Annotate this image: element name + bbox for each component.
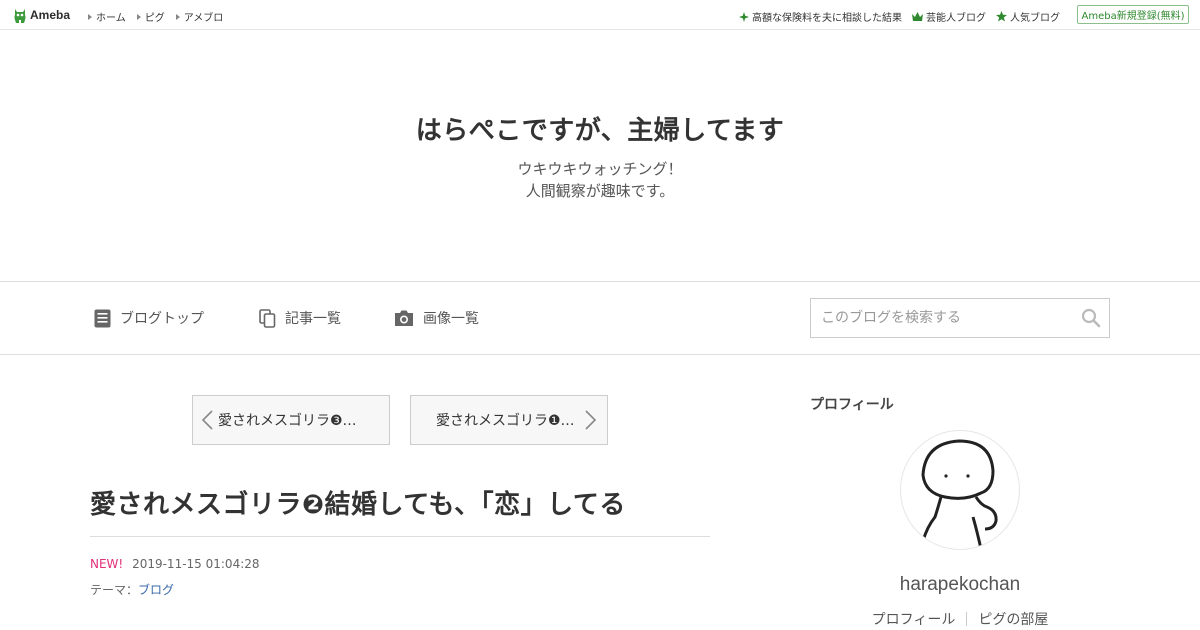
search-icon[interactable] [1081, 308, 1101, 328]
next-article-label: 愛されメスゴリラ❶… [436, 413, 575, 429]
nav-image-list[interactable]: 画像一覧 [394, 308, 479, 328]
global-nav-label: ピグ [144, 13, 165, 24]
search-input[interactable] [811, 299, 1071, 337]
profile-link[interactable]: プロフィール [872, 609, 956, 629]
nav-label: 画像一覧 [423, 311, 479, 327]
blog-nav: ブログトップ 記事一覧 画像一覧 [0, 281, 1200, 355]
register-button[interactable]: Ameba新規登録(無料) [1077, 5, 1189, 24]
avatar[interactable] [900, 430, 1020, 550]
global-nav-label: ホーム [96, 13, 126, 24]
nav-article-list[interactable]: 記事一覧 [259, 308, 341, 328]
camera-icon [395, 310, 413, 326]
sidebar-heading: プロフィール [810, 397, 894, 413]
star-icon [996, 11, 1007, 22]
triangle-right-icon [88, 13, 92, 20]
nav-label: ブログトップ [120, 311, 204, 327]
profile-links: プロフィール ピグの部屋 [810, 609, 1110, 629]
nav-blog-top[interactable]: ブログトップ [94, 308, 204, 328]
featured-link-label: 高額な保険料を夫に相談した結果 [752, 13, 902, 24]
article-theme: テーマ：ブログ [90, 581, 174, 598]
divider [966, 612, 968, 626]
global-nav-label: アメブロ [183, 13, 224, 24]
next-article-button[interactable]: 愛されメスゴリラ❶… [410, 395, 608, 445]
logo-text: Ameba [30, 8, 71, 22]
blog-title[interactable]: はらぺこですが、主婦してます [0, 110, 1200, 147]
sparkle-icon [739, 11, 749, 22]
triangle-right-icon [175, 13, 180, 20]
article-meta: NEW! 2019-11-15 01:04:28 [90, 557, 260, 571]
featured-links: 高額な保険料を夫に相談した結果 芸能人ブログ 人気ブログ [739, 9, 1060, 24]
prev-article-label: 愛されメスゴリラ❸… [218, 413, 357, 429]
copy-icon [259, 308, 276, 328]
chevron-right-icon [585, 410, 597, 430]
new-badge: NEW! [90, 557, 124, 571]
global-nav-ameblo[interactable]: アメブロ [175, 9, 224, 24]
global-header: Ameba ホーム ピグ アメブロ 高額な保険料を夫に相談した結果 芸能人ブログ [0, 0, 1200, 30]
blog-description-line: 人間観察が趣味です。 [525, 182, 675, 200]
ameba-mascot-icon [14, 8, 26, 23]
crown-icon [912, 12, 923, 21]
ameba-logo[interactable]: Ameba [13, 6, 70, 24]
profile-username[interactable]: harapekochan [810, 574, 1110, 596]
blog-description: ウキウキウォッチング！ 人間観察が趣味です。 [0, 158, 1200, 202]
featured-link-celebrity[interactable]: 芸能人ブログ [912, 9, 986, 24]
nav-label: 記事一覧 [285, 311, 341, 327]
featured-link-label: 人気ブログ [1010, 13, 1060, 24]
article-datetime: 2019-11-15 01:04:28 [132, 557, 260, 571]
triangle-right-icon [136, 13, 141, 20]
blog-search [810, 298, 1110, 338]
document-icon [94, 309, 111, 327]
global-nav-pigg[interactable]: ピグ [136, 9, 165, 24]
featured-link-popular[interactable]: 人気ブログ [996, 9, 1060, 24]
global-nav: ホーム ピグ アメブロ [88, 9, 223, 24]
global-nav-home[interactable]: ホーム [88, 9, 126, 24]
pigg-room-link[interactable]: ピグの部屋 [978, 609, 1048, 629]
theme-prefix: テーマ： [90, 583, 139, 597]
prev-article-button[interactable]: 愛されメスゴリラ❸… [192, 395, 390, 445]
article-title[interactable]: 愛されメスゴリラ❷結婚しても、「恋」してる [90, 484, 626, 521]
divider [90, 536, 710, 537]
avatar-illustration [921, 439, 998, 549]
blog-description-line: ウキウキウォッチング！ [517, 160, 683, 178]
featured-link-label: 芸能人ブログ [926, 13, 986, 24]
featured-link-insurance[interactable]: 高額な保険料を夫に相談した結果 [739, 9, 902, 24]
theme-link[interactable]: ブログ [138, 583, 174, 597]
chevron-left-icon [201, 410, 213, 430]
